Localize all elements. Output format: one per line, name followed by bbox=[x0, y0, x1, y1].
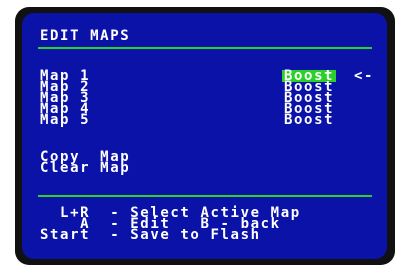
clear-map-option[interactable]: Clear Map bbox=[40, 161, 130, 175]
map-item-5[interactable]: Map 5 bbox=[40, 113, 90, 127]
map-5-value[interactable]: Boost bbox=[284, 113, 334, 127]
screen-title: EDIT MAPS bbox=[40, 28, 131, 44]
help-divider bbox=[38, 195, 372, 197]
help-line-save: Start - Save to Flash bbox=[40, 227, 261, 243]
game-screen: EDIT MAPS Map 1 Map 2 Map 3 Map 4 Map 5 … bbox=[22, 13, 387, 259]
title-divider bbox=[38, 47, 372, 49]
selection-cursor: <- bbox=[354, 68, 375, 84]
